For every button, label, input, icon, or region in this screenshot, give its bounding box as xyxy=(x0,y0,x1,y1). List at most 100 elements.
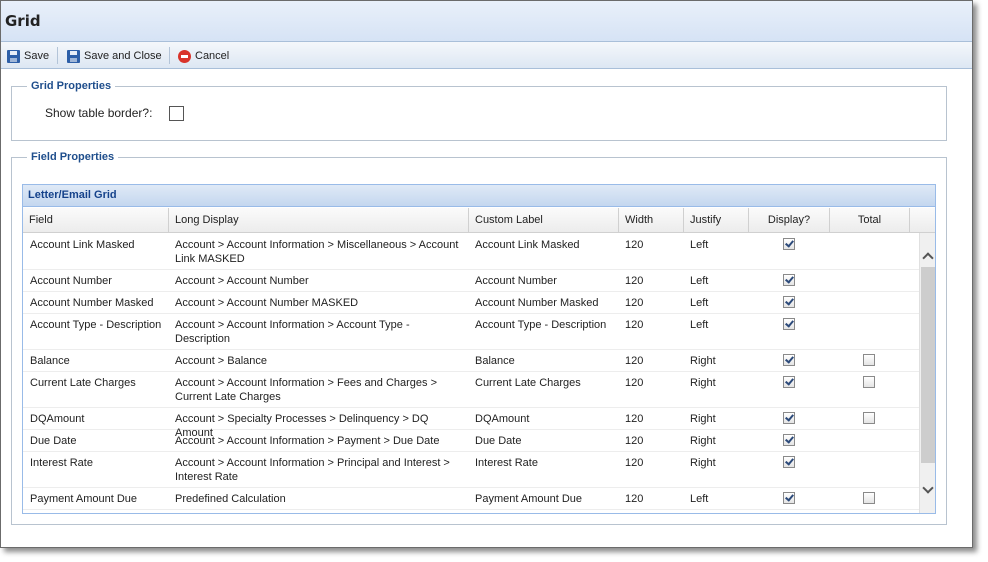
cell-custom-label: Current Late Charges xyxy=(475,377,581,389)
cell-custom-label: DQAmount xyxy=(475,413,530,425)
display-checkbox[interactable] xyxy=(783,412,795,424)
display-checkbox[interactable] xyxy=(783,238,795,250)
table-row[interactable]: Account Number Masked Account > Account N… xyxy=(23,291,919,314)
cell-long-display: Account > Account Information > Principa… xyxy=(175,457,450,483)
cell-justify: Left xyxy=(690,319,709,331)
cell-custom-label: Account Type - Description xyxy=(475,319,607,331)
floppy-disk-icon xyxy=(7,49,20,63)
cell-field: Account Link Masked xyxy=(30,239,135,251)
column-header-display[interactable]: Display? xyxy=(749,208,830,232)
cell-field: Due Date xyxy=(30,435,77,447)
save-button[interactable]: Save xyxy=(7,48,49,64)
cancel-button[interactable]: Cancel xyxy=(178,48,229,64)
table-row[interactable]: Account Number Account > Account Number Ac… xyxy=(23,269,919,292)
cell-width: 120 xyxy=(625,297,644,309)
cell-field: DQAmount xyxy=(30,413,85,425)
display-checkbox[interactable] xyxy=(783,456,795,468)
show-table-border-checkbox[interactable] xyxy=(169,106,184,121)
cell-custom-label: Account Number xyxy=(475,275,557,287)
cell-custom-label: Account Number Masked xyxy=(475,297,599,309)
table-row[interactable]: Account Link Masked Account > Account Inf… xyxy=(23,233,919,270)
cell-justify: Right xyxy=(690,355,716,367)
cancel-circle-icon xyxy=(178,49,191,63)
cell-width: 120 xyxy=(625,239,644,251)
display-checkbox[interactable] xyxy=(783,318,795,330)
cell-justify: Left xyxy=(690,493,709,505)
column-header-long-display[interactable]: Long Display xyxy=(169,208,469,232)
column-header-width[interactable]: Width xyxy=(619,208,684,232)
table-row[interactable]: Interest Rate Account > Account Informati… xyxy=(23,451,919,488)
total-checkbox[interactable] xyxy=(863,376,875,388)
scroll-down-icon[interactable] xyxy=(920,482,935,498)
cell-justify: Left xyxy=(690,297,709,309)
cell-custom-label: Due Date xyxy=(475,435,522,447)
column-header-field[interactable]: Field xyxy=(23,208,169,232)
cell-field: Current Late Charges xyxy=(30,377,136,389)
toolbar: Save Save and Close Cancel xyxy=(1,42,972,69)
floppy-disk-icon xyxy=(67,49,80,63)
field-properties-legend: Field Properties xyxy=(27,151,119,163)
cell-width: 120 xyxy=(625,493,644,505)
grid-header: Field Long Display Custom Label Width Ju… xyxy=(23,208,935,233)
display-checkbox[interactable] xyxy=(783,296,795,308)
cell-justify: Left xyxy=(690,275,709,287)
table-row[interactable]: Balance Account > Balance Balance 120 Right xyxy=(23,349,919,372)
cell-field: Balance xyxy=(30,355,70,367)
window-title: Grid xyxy=(5,12,41,30)
cell-custom-label: Balance xyxy=(475,355,515,367)
toolbar-separator xyxy=(169,47,170,64)
grid-vertical-scrollbar[interactable] xyxy=(919,233,935,513)
toolbar-separator xyxy=(57,47,58,64)
cell-width: 120 xyxy=(625,275,644,287)
grid-properties-legend: Grid Properties xyxy=(27,80,116,92)
cell-justify: Right xyxy=(690,377,716,389)
table-row[interactable]: Due Date Account > Account Information > … xyxy=(23,429,919,452)
cell-long-display: Account > Account Information > Payment … xyxy=(175,435,440,447)
table-row[interactable]: Payment Amount Due Predefined Calculation… xyxy=(23,487,919,510)
cell-long-display: Account > Account Information > Miscella… xyxy=(175,239,459,265)
letter-email-grid: Letter/Email Grid Field Long Display Cus… xyxy=(22,184,936,514)
table-row[interactable]: Current Late Charges Account > Account In… xyxy=(23,371,919,408)
total-checkbox[interactable] xyxy=(863,354,875,366)
cell-custom-label: Interest Rate xyxy=(475,457,538,469)
cell-custom-label: Payment Amount Due xyxy=(475,493,583,505)
cell-field: Payment Amount Due xyxy=(30,493,138,505)
save-and-close-button[interactable]: Save and Close xyxy=(67,48,162,64)
display-checkbox[interactable] xyxy=(783,354,795,366)
cell-field: Interest Rate xyxy=(30,457,93,469)
cell-long-display: Account > Account Information > Account … xyxy=(175,319,410,345)
cell-width: 120 xyxy=(625,355,644,367)
display-checkbox[interactable] xyxy=(783,274,795,286)
cell-long-display: Account > Account Information > Fees and… xyxy=(175,377,438,403)
total-checkbox[interactable] xyxy=(863,492,875,504)
display-checkbox[interactable] xyxy=(783,492,795,504)
cell-long-display: Account > Account Number MASKED xyxy=(175,297,359,309)
save-and-close-button-label: Save and Close xyxy=(84,50,162,62)
cell-long-display: Account > Account Number xyxy=(175,275,309,287)
column-header-total[interactable]: Total xyxy=(830,208,910,232)
cell-justify: Left xyxy=(690,239,709,251)
column-header-justify[interactable]: Justify xyxy=(684,208,749,232)
cell-width: 120 xyxy=(625,377,644,389)
table-row[interactable]: Account Type - Description Account > Acco… xyxy=(23,313,919,350)
cell-justify: Right xyxy=(690,413,716,425)
cell-justify: Right xyxy=(690,435,716,447)
grid-dialog: Grid Save Save and Close Cancel Grid Pro… xyxy=(0,0,973,548)
cell-long-display: Account > Balance xyxy=(175,355,268,367)
cell-width: 120 xyxy=(625,319,644,331)
scroll-up-icon[interactable] xyxy=(920,248,935,264)
cell-justify: Right xyxy=(690,457,716,469)
table-row[interactable]: DQAmount Account > Specialty Processes > … xyxy=(23,407,919,439)
title-bar: Grid xyxy=(1,1,972,42)
total-checkbox[interactable] xyxy=(863,412,875,424)
show-table-border-label: Show table border?: xyxy=(45,106,153,120)
grid-title: Letter/Email Grid xyxy=(23,185,935,207)
display-checkbox[interactable] xyxy=(783,376,795,388)
scrollbar-thumb[interactable] xyxy=(921,267,935,463)
cell-field: Account Type - Description xyxy=(30,319,162,331)
display-checkbox[interactable] xyxy=(783,434,795,446)
column-header-custom-label[interactable]: Custom Label xyxy=(469,208,619,232)
cancel-button-label: Cancel xyxy=(195,50,230,62)
cell-width: 120 xyxy=(625,413,644,425)
save-button-label: Save xyxy=(24,50,50,62)
